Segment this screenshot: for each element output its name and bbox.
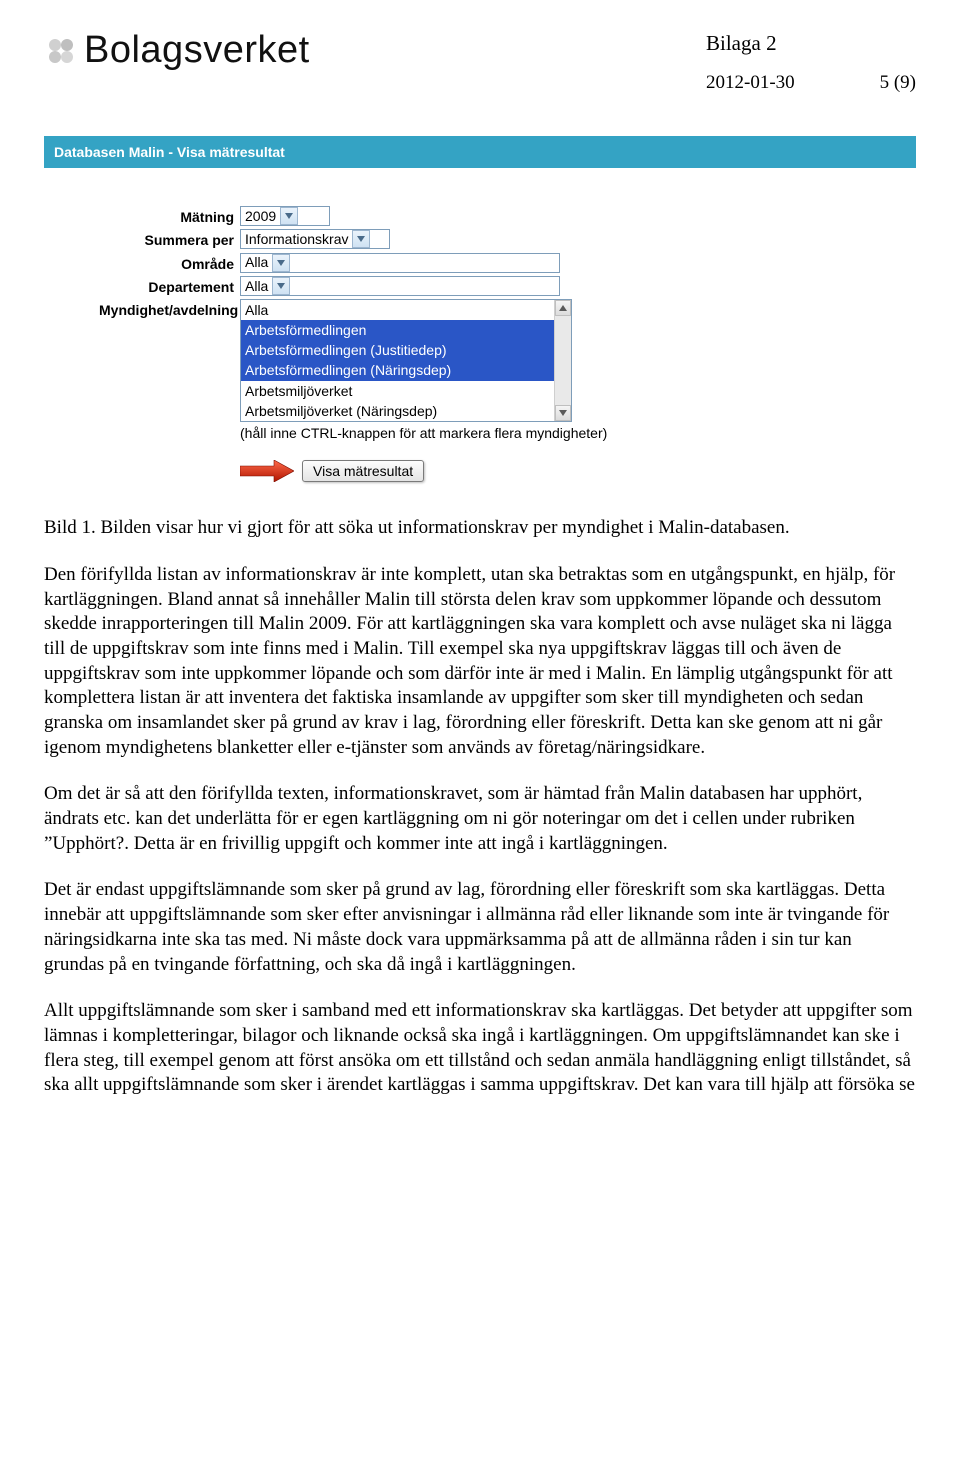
chevron-down-icon [352,230,370,248]
dropdown-departement-value: Alla [245,277,268,295]
body-paragraph: Allt uppgiftslämnande som sker i samband… [44,999,916,1098]
body-paragraph: Om det är så att den förifyllda texten, … [44,782,916,856]
dropdown-omrade-value: Alla [245,253,268,271]
chevron-down-icon [272,277,290,295]
chevron-down-icon [272,254,290,272]
arrow-right-icon [240,460,294,482]
brand-name: Bolagsverket [84,26,310,75]
brand: Bolagsverket [44,26,310,75]
listbox-myndighet[interactable]: Alla Arbetsförmedlingen Arbetsförmedling… [240,299,572,422]
label-departement: Departement [99,276,240,296]
label-myndighet: Myndighet/avdelning [99,299,240,319]
dropdown-omrade[interactable]: Alla [240,253,560,273]
dropdown-departement[interactable]: Alla [240,276,560,296]
label-summera: Summera per [99,229,240,249]
figure-caption: Bild 1. Bilden visar hur vi gjort för at… [44,516,916,541]
attachment-label: Bilaga 2 [706,30,916,57]
show-results-button[interactable]: Visa mätresultat [302,460,424,482]
label-omrade: Område [99,253,240,273]
scrollbar[interactable] [554,300,571,421]
list-item[interactable]: Arbetsmiljöverket [241,381,571,401]
list-item[interactable]: Arbetsförmedlingen (Justitiedep) [241,340,571,360]
body-paragraph: Det är endast uppgiftslämnande som sker … [44,878,916,977]
header-page: 5 (9) [880,71,916,96]
body-paragraph: Den förifyllda listan av informationskra… [44,563,916,761]
dropdown-summera-value: Informationskrav [245,230,348,248]
dropdown-summera[interactable]: Informationskrav [240,229,390,249]
scroll-up-icon[interactable] [555,300,571,316]
list-item[interactable]: Arbetsförmedlingen (Näringsdep) [241,360,571,380]
list-item[interactable]: Arbetsförmedlingen [241,320,571,340]
dropdown-matning-value: 2009 [245,207,276,225]
header-date: 2012-01-30 [706,71,795,96]
list-item[interactable]: Alla [241,300,571,320]
window-titlebar: Databasen Malin - Visa mätresultat [44,136,916,168]
listbox-hint: (håll inne CTRL-knappen för att markera … [240,424,607,442]
embedded-screenshot: Databasen Malin - Visa mätresultat Mätni… [44,136,916,482]
chevron-down-icon [280,207,298,225]
label-matning: Mätning [99,206,240,226]
dropdown-matning[interactable]: 2009 [240,206,330,226]
list-item[interactable]: Arbetsmiljöverket (Näringsdep) [241,401,571,421]
header-meta: Bilaga 2 2012-01-30 5 (9) [706,26,916,96]
brand-logo-icon [44,34,78,68]
scroll-down-icon[interactable] [555,405,571,421]
